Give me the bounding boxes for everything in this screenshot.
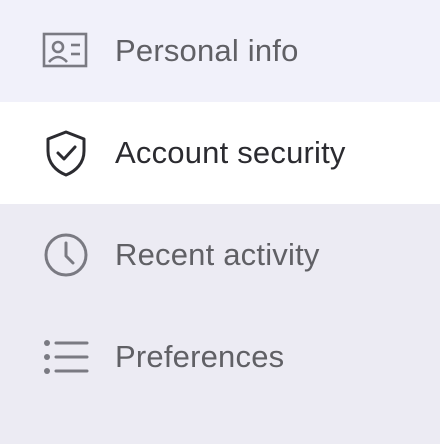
list-icon: [42, 333, 90, 381]
sidebar-item-preferences[interactable]: Preferences: [0, 306, 440, 408]
clock-icon: [42, 231, 90, 279]
sidebar-item-account-security[interactable]: Account security: [0, 102, 440, 204]
sidebar-item-label: Recent activity: [115, 237, 320, 272]
id-card-icon: [42, 27, 90, 75]
shield-check-icon: [42, 129, 90, 177]
sidebar-item-personal-info[interactable]: Personal info: [0, 0, 440, 102]
sidebar-item-label: Account security: [115, 135, 346, 170]
sidebar-item-label: Preferences: [115, 339, 285, 374]
sidebar-item-label: Personal info: [115, 33, 299, 68]
settings-sidebar: Personal info Account security Recent ac…: [0, 0, 440, 444]
sidebar-item-recent-activity[interactable]: Recent activity: [0, 204, 440, 306]
